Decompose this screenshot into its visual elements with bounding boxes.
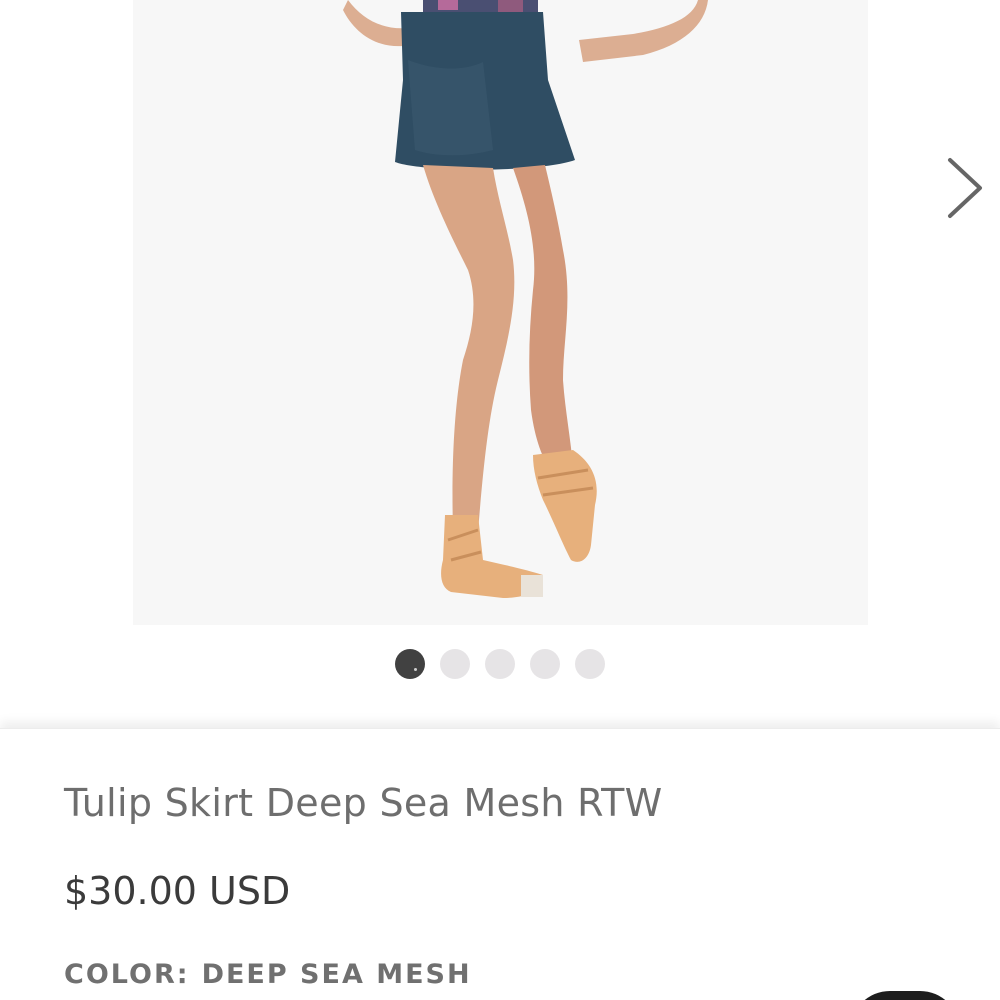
chat-button[interactable] [850,991,960,1000]
product-page: Tulip Skirt Deep Sea Mesh RTW $30.00 USD… [0,0,1000,1000]
pagination-dot-3[interactable] [485,649,515,679]
product-price: $30.00 USD [64,869,291,913]
chevron-right-icon [948,158,982,218]
next-image-button[interactable] [940,150,992,230]
product-info-panel: Tulip Skirt Deep Sea Mesh RTW $30.00 USD… [0,728,1000,1000]
color-value: DEEP SEA MESH [201,959,472,990]
selected-color: COLOR: DEEP SEA MESH [64,959,472,990]
product-photo-illustration [133,0,868,625]
gallery-pagination [0,648,1000,680]
pagination-dot-4[interactable] [530,649,560,679]
product-title: Tulip Skirt Deep Sea Mesh RTW [64,781,663,825]
product-image-gallery[interactable] [0,0,1000,700]
color-label: COLOR: [64,959,190,990]
product-photo[interactable] [133,0,868,625]
pagination-dot-2[interactable] [440,649,470,679]
pagination-dot-1[interactable] [395,649,425,679]
pagination-dot-5[interactable] [575,649,605,679]
